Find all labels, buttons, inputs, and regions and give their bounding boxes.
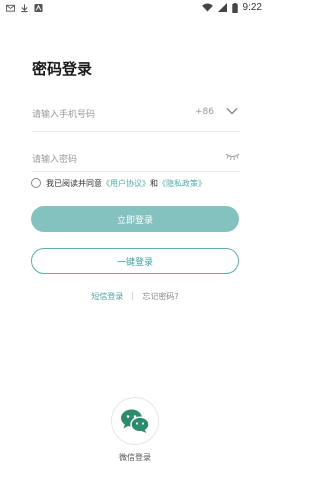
- status-bar: 9:22: [0, 0, 270, 18]
- country-code-selector[interactable]: +86: [195, 107, 214, 117]
- password-placeholder: 请输入密码: [32, 155, 78, 165]
- wechat-icon: [121, 409, 150, 433]
- wechat-login-label: 微信登录: [119, 453, 151, 462]
- app-icon: [34, 3, 43, 13]
- agreement-checkbox[interactable]: [31, 178, 41, 188]
- agreement-row: 我已阅读并同意 《用户协议》 和 《隐私政策》: [31, 177, 206, 189]
- secondary-links: 短信登录 忘记密码?: [0, 290, 270, 302]
- status-system: 9:22: [201, 2, 262, 13]
- status-time: 9:22: [242, 2, 262, 13]
- login-button[interactable]: 立即登录: [31, 206, 239, 232]
- download-icon: [21, 4, 28, 13]
- user-agreement-link[interactable]: 《用户协议》: [102, 178, 150, 189]
- agreement-and: 和: [150, 178, 158, 188]
- password-field[interactable]: 请输入密码: [32, 144, 240, 172]
- forgot-password-link[interactable]: 忘记密码?: [142, 291, 178, 302]
- signal-icon: [217, 3, 227, 12]
- one-key-login-button[interactable]: 一键登录: [31, 248, 239, 274]
- phone-placeholder: 请输入手机号码: [32, 110, 96, 120]
- battery-icon: [231, 2, 238, 13]
- chevron-down-icon[interactable]: [226, 107, 238, 115]
- status-notifications: [6, 3, 43, 13]
- sms-login-link[interactable]: 短信登录: [91, 291, 123, 302]
- mail-icon: [6, 4, 15, 12]
- agreement-prefix: 我已阅读并同意: [46, 178, 102, 188]
- link-divider: [132, 292, 134, 300]
- phone-field[interactable]: 请输入手机号码 +86: [32, 98, 240, 132]
- page-title: 密码登录: [32, 60, 93, 78]
- wechat-login-button[interactable]: [111, 397, 159, 445]
- eye-closed-icon[interactable]: [225, 152, 240, 161]
- wifi-icon: [201, 3, 213, 12]
- privacy-policy-link[interactable]: 《隐私政策》: [158, 178, 206, 189]
